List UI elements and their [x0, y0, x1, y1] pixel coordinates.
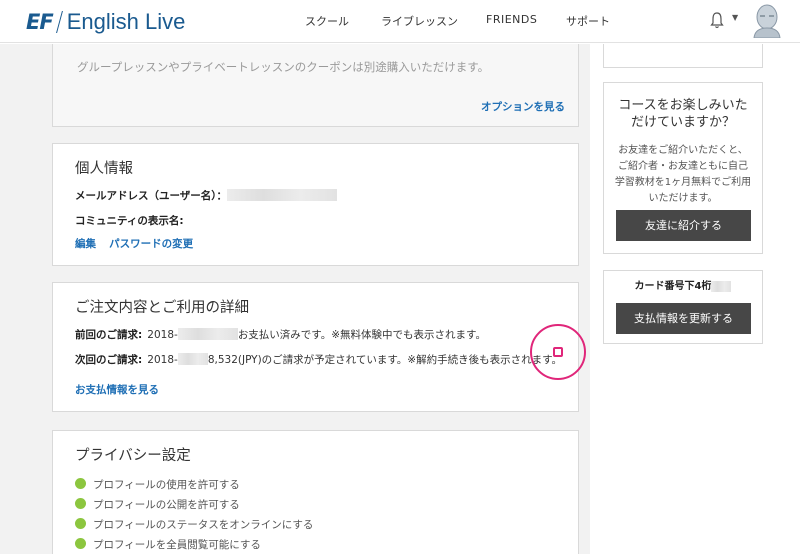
email-label: メールアドレス（ユーザー名）：	[75, 190, 228, 202]
privacy-title: プライバシー設定	[75, 448, 191, 464]
payment-info-link-row: お支払情報を見る	[75, 378, 159, 397]
privacy-item-label: プロフィールの公開を許可する	[93, 499, 240, 511]
refer-friend-button[interactable]: 友達に紹介する	[616, 210, 751, 241]
privacy-item: プロフィールのステータスをオンラインにする	[75, 513, 313, 532]
card-info-card: カード番号下4桁 支払情報を更新する	[603, 270, 763, 344]
previous-billing-date: 2018-	[147, 329, 178, 341]
personal-links: 編集 パスワードの変更	[75, 232, 193, 251]
card-last4-redacted	[711, 280, 732, 292]
update-payment-button[interactable]: 支払情報を更新する	[616, 303, 751, 334]
annotation-marker	[553, 347, 563, 357]
next-billing-label: 次回のご請求:	[75, 354, 143, 366]
privacy-item-label: プロフィールの使用を許可する	[93, 479, 240, 491]
card-last4-label: カード番号下4桁	[634, 281, 712, 292]
ef-english-live-logo[interactable]: EF English Live	[26, 9, 185, 35]
order-title: ご注文内容とご利用の詳細	[75, 300, 249, 316]
next-billing-redacted	[177, 352, 208, 365]
change-password-link[interactable]: パスワードの変更	[109, 238, 193, 250]
chevron-down-icon[interactable]: ▼	[732, 13, 738, 22]
logo-text: English Live	[66, 9, 186, 34]
privacy-item: プロフィールを全員閲覧可能にする	[75, 533, 261, 552]
privacy-item-label: プロフィールを全員閲覧可能にする	[93, 539, 261, 551]
coupon-note: グループレッスンやプライベートレッスンのクーポンは別途購入いただけます。	[77, 60, 490, 74]
status-dot-icon	[75, 518, 86, 529]
privacy-item: プロフィールの使用を許可する	[75, 473, 240, 492]
referral-card: コースをお楽しみいただけていますか？ お友達をご紹介いただくと、ご紹介者・お友達…	[603, 82, 763, 254]
previous-billing-label: 前回のご請求:	[75, 329, 143, 341]
avatar[interactable]	[752, 4, 782, 38]
email-row: メールアドレス（ユーザー名）：	[75, 184, 338, 203]
top-header: EF English Live スクール ライブレッスン FRIENDS サポー…	[0, 0, 800, 43]
status-dot-icon	[75, 478, 86, 489]
next-billing-date: 2018-	[147, 354, 178, 366]
privacy-item: プロフィールの公開を許可する	[75, 493, 240, 512]
view-options-link[interactable]: オプションを見る	[481, 99, 565, 114]
email-redacted	[227, 188, 338, 201]
view-payment-info-link[interactable]: お支払情報を見る	[75, 384, 159, 396]
privacy-settings-card: プライバシー設定 プロフィールの使用を許可する プロフィールの公開を許可する プ…	[52, 430, 579, 554]
previous-billing-text: お支払い済みです。※無料体験中でも表示されます。	[237, 329, 487, 341]
next-billing-row: 次回のご請求: 2018- 8,532(JPY)のご請求が予定されています。※解約…	[75, 348, 562, 367]
coupon-card: グループレッスンやプライベートレッスンのクーポンは別途購入いただけます。 オプシ…	[52, 44, 579, 127]
next-billing-text: 8,532(JPY)のご請求が予定されています。※解約手続き後も表示されます。	[207, 354, 563, 366]
logo-ef: EF	[26, 10, 54, 34]
nav-friends[interactable]: FRIENDS	[486, 13, 537, 26]
community-row: コミュニティの表示名:	[75, 209, 184, 228]
referral-heading: コースをお楽しみいただけていますか？	[618, 98, 748, 130]
nav-support[interactable]: サポート	[566, 13, 610, 29]
previous-billing-redacted	[177, 327, 238, 340]
previous-billing-row: 前回のご請求: 2018- お支払い済みです。※無料体験中でも表示されます。	[75, 323, 486, 342]
community-label: コミュニティの表示名:	[75, 215, 184, 227]
personal-info-card: 個人情報 メールアドレス（ユーザー名）： コミュニティの表示名: 編集 パスワー…	[52, 143, 579, 266]
privacy-item-label: プロフィールのステータスをオンラインにする	[93, 519, 314, 531]
nav-school[interactable]: スクール	[305, 13, 349, 29]
personal-info-title: 個人情報	[75, 161, 133, 177]
logo-divider	[55, 11, 63, 33]
status-dot-icon	[75, 538, 86, 549]
sidebar-top-card	[603, 44, 763, 68]
edit-link[interactable]: 編集	[75, 238, 96, 250]
bell-icon[interactable]	[710, 11, 724, 29]
referral-body: お友達をご紹介いただくと、ご紹介者・お友達ともに自己学習教材を1ヶ月無料でご利用…	[614, 145, 752, 204]
order-details-card: ご注文内容とご利用の詳細 前回のご請求: 2018- お支払い済みです。※無料体験…	[52, 282, 579, 412]
status-dot-icon	[75, 498, 86, 509]
nav-live-lessons[interactable]: ライブレッスン	[381, 13, 458, 29]
card-last4-row: カード番号下4桁	[604, 277, 762, 292]
